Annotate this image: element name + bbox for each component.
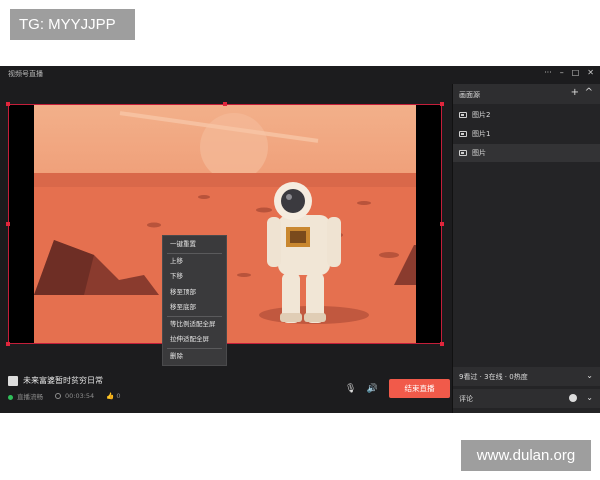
image-icon: [459, 112, 467, 118]
collapse-icon[interactable]: ^: [585, 87, 593, 98]
clock-icon: [55, 393, 61, 399]
stream-status: 直播流畅: [8, 391, 43, 401]
resize-handle-ml[interactable]: [6, 222, 10, 226]
viewers-stats: 9看过 · 3在线 · 0热度: [459, 373, 528, 381]
tag-label: TG: MYYJJPP: [10, 9, 135, 40]
menu-item-move-bottom[interactable]: 移至底部: [163, 300, 226, 316]
resize-handle-tr[interactable]: [440, 102, 444, 106]
menu-item-move-top[interactable]: 移至顶部: [163, 285, 226, 301]
stream-stats: 直播流畅 00:03:54 👍 0: [8, 391, 121, 401]
chevron-down-icon: ⌄: [586, 393, 593, 402]
window-controls: ··· – □ ✕: [544, 68, 594, 77]
source-item-image1[interactable]: 图片1: [453, 125, 600, 143]
preview-stage: 一键重置 上移 下移 移至顶部 移至底部 等比例适配全屏 拉伸适配全屏 删除: [0, 102, 450, 372]
stream-duration: 00:03:54: [55, 392, 94, 400]
sources-header: 画面源 + ^: [453, 84, 600, 104]
resize-handle-tc[interactable]: [223, 102, 227, 106]
speaker-icon[interactable]: 🔊: [366, 384, 377, 394]
sources-title: 画面源: [459, 91, 480, 99]
resize-handle-bl[interactable]: [6, 342, 10, 346]
stream-title: 未来富婆暂时贫穷日常: [23, 376, 103, 385]
menu-item-move-down[interactable]: 下移: [163, 269, 226, 285]
sidebar: 画面源 + ^ 图片2 图片1 图片 9看过 · 3在线 · 0热度 ⌄ 评论 …: [452, 84, 600, 413]
image-icon: [459, 131, 467, 137]
live-status-icon: [8, 394, 13, 400]
maximize-icon[interactable]: □: [572, 68, 580, 77]
stream-likes: 👍 0: [106, 392, 121, 400]
more-icon[interactable]: ···: [544, 68, 552, 77]
comments-dropdown[interactable]: 评论 ⌄: [453, 389, 600, 408]
end-live-button[interactable]: 结束直播: [389, 379, 450, 398]
source-item-image[interactable]: 图片: [453, 144, 600, 162]
menu-item-fit-stretch[interactable]: 拉伸适配全屏: [163, 332, 226, 348]
stream-cover-icon: [8, 375, 18, 386]
menu-item-move-up[interactable]: 上移: [163, 254, 226, 270]
resize-handle-tl[interactable]: [6, 102, 10, 106]
menu-item-fit-proportional[interactable]: 等比例适配全屏: [163, 317, 226, 333]
window-title: 视频号直播: [8, 70, 43, 78]
title-bar: 视频号直播 ··· – □ ✕: [0, 66, 600, 84]
live-app-window: 视频号直播 ··· – □ ✕ 一键重置 上移 下移 移至顶部 移至底部 等比例…: [0, 66, 600, 413]
image-icon: [459, 150, 467, 156]
thumb-up-icon: 👍: [106, 392, 115, 400]
chevron-down-icon: ⌄: [586, 371, 593, 380]
audio-controls: 🎙 🔊: [345, 384, 378, 394]
microphone-icon[interactable]: 🎙: [345, 384, 356, 394]
close-icon[interactable]: ✕: [587, 68, 594, 77]
viewers-dropdown[interactable]: 9看过 · 3在线 · 0热度 ⌄: [453, 367, 600, 386]
resize-handle-mr[interactable]: [440, 222, 444, 226]
watermark-label: www.dulan.org: [461, 440, 591, 471]
add-source-icon[interactable]: +: [571, 87, 579, 98]
menu-item-delete[interactable]: 删除: [163, 349, 226, 365]
comments-label: 评论: [459, 395, 473, 403]
minimize-icon[interactable]: –: [560, 68, 564, 77]
stream-title-row: 未来富婆暂时贫穷日常: [8, 375, 103, 386]
resize-handle-br[interactable]: [440, 342, 444, 346]
comment-settings-icon[interactable]: [569, 394, 577, 402]
context-menu: 一键重置 上移 下移 移至顶部 移至底部 等比例适配全屏 拉伸适配全屏 删除: [162, 235, 227, 366]
menu-item-reset[interactable]: 一键重置: [163, 237, 226, 253]
source-item-image2[interactable]: 图片2: [453, 106, 600, 124]
